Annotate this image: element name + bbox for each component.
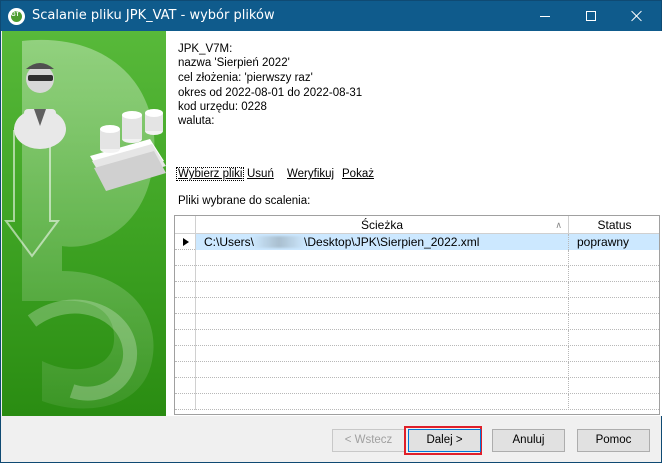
empty-row <box>175 314 659 330</box>
empty-row <box>175 298 659 314</box>
redacted-username <box>254 236 305 248</box>
path-suffix: \Desktop\JPK\Sierpien_2022.xml <box>304 235 480 249</box>
files-grid[interactable]: Ścieżka ∧ Status C:\Users\ \Desktop\JPK\S… <box>174 215 660 415</box>
current-row-pointer-icon <box>183 238 189 246</box>
show-link[interactable]: Pokaż <box>342 168 374 180</box>
grid-header: Ścieżka ∧ Status <box>175 216 659 234</box>
path-prefix: C:\Users\ <box>204 235 255 249</box>
minimize-icon <box>540 15 550 17</box>
maximize-button[interactable] <box>568 1 614 31</box>
empty-row <box>175 282 659 298</box>
info-currency: waluta: <box>178 115 215 127</box>
row-indicator-header <box>175 216 196 234</box>
wizard-window: Scalanie pliku JPK_VAT - wybór plików <box>0 0 662 463</box>
window-title: Scalanie pliku JPK_VAT - wybór plików <box>32 8 275 23</box>
wizard-sidebar-banner <box>2 31 166 416</box>
help-button[interactable]: Pomoc <box>577 429 650 452</box>
cancel-button[interactable]: Anuluj <box>492 429 565 452</box>
empty-row <box>175 266 659 282</box>
sort-arrow-icon: ∧ <box>555 220 562 230</box>
empty-row <box>175 378 659 394</box>
empty-row <box>175 394 659 410</box>
remove-link[interactable]: Usuń <box>247 168 274 180</box>
sidebar-illustration <box>4 39 166 409</box>
empty-row <box>175 362 659 378</box>
choose-files-link[interactable]: Wybierz pliki <box>176 167 245 181</box>
info-period: okres od 2022-08-01 do 2022-08-31 <box>178 87 363 99</box>
wizard-content: JPK_V7M: nazwa 'Sierpień 2022' cel złoże… <box>166 31 662 416</box>
back-button[interactable]: < Wstecz <box>332 429 405 452</box>
path-column-header[interactable]: Ścieżka ∧ <box>196 216 569 234</box>
status-column-header[interactable]: Status <box>569 216 659 234</box>
empty-row <box>175 346 659 362</box>
app-logo-icon <box>8 8 25 25</box>
row-indicator <box>175 234 196 250</box>
wizard-footer: < Wstecz Dalej > Anuluj Pomoc <box>1 416 661 462</box>
path-column-label: Ścieżka <box>360 218 404 232</box>
title-bar[interactable]: Scalanie pliku JPK_VAT - wybór plików <box>1 1 661 31</box>
table-row[interactable]: C:\Users\ \Desktop\JPK\Sierpien_2022.xml … <box>175 234 659 250</box>
maximize-icon <box>586 11 596 21</box>
empty-row <box>175 330 659 346</box>
selected-files-label: Pliki wybrane do scalenia: <box>178 195 311 207</box>
close-button[interactable] <box>614 1 660 31</box>
info-office-code: kod urzędu: 0228 <box>178 101 267 113</box>
file-status-cell[interactable]: poprawny <box>569 234 659 250</box>
info-purpose: cel złożenia: 'pierwszy raz' <box>178 72 313 84</box>
minimize-button[interactable] <box>522 1 568 31</box>
file-path-cell[interactable]: C:\Users\ \Desktop\JPK\Sierpien_2022.xml <box>196 234 569 250</box>
info-name: nazwa 'Sierpień 2022' <box>178 57 290 69</box>
info-form-name: JPK_V7M: <box>178 43 233 55</box>
empty-row <box>175 250 659 266</box>
verify-link[interactable]: Weryfikuj <box>287 168 334 180</box>
close-icon <box>631 10 643 22</box>
next-button[interactable]: Dalej > <box>408 429 481 452</box>
